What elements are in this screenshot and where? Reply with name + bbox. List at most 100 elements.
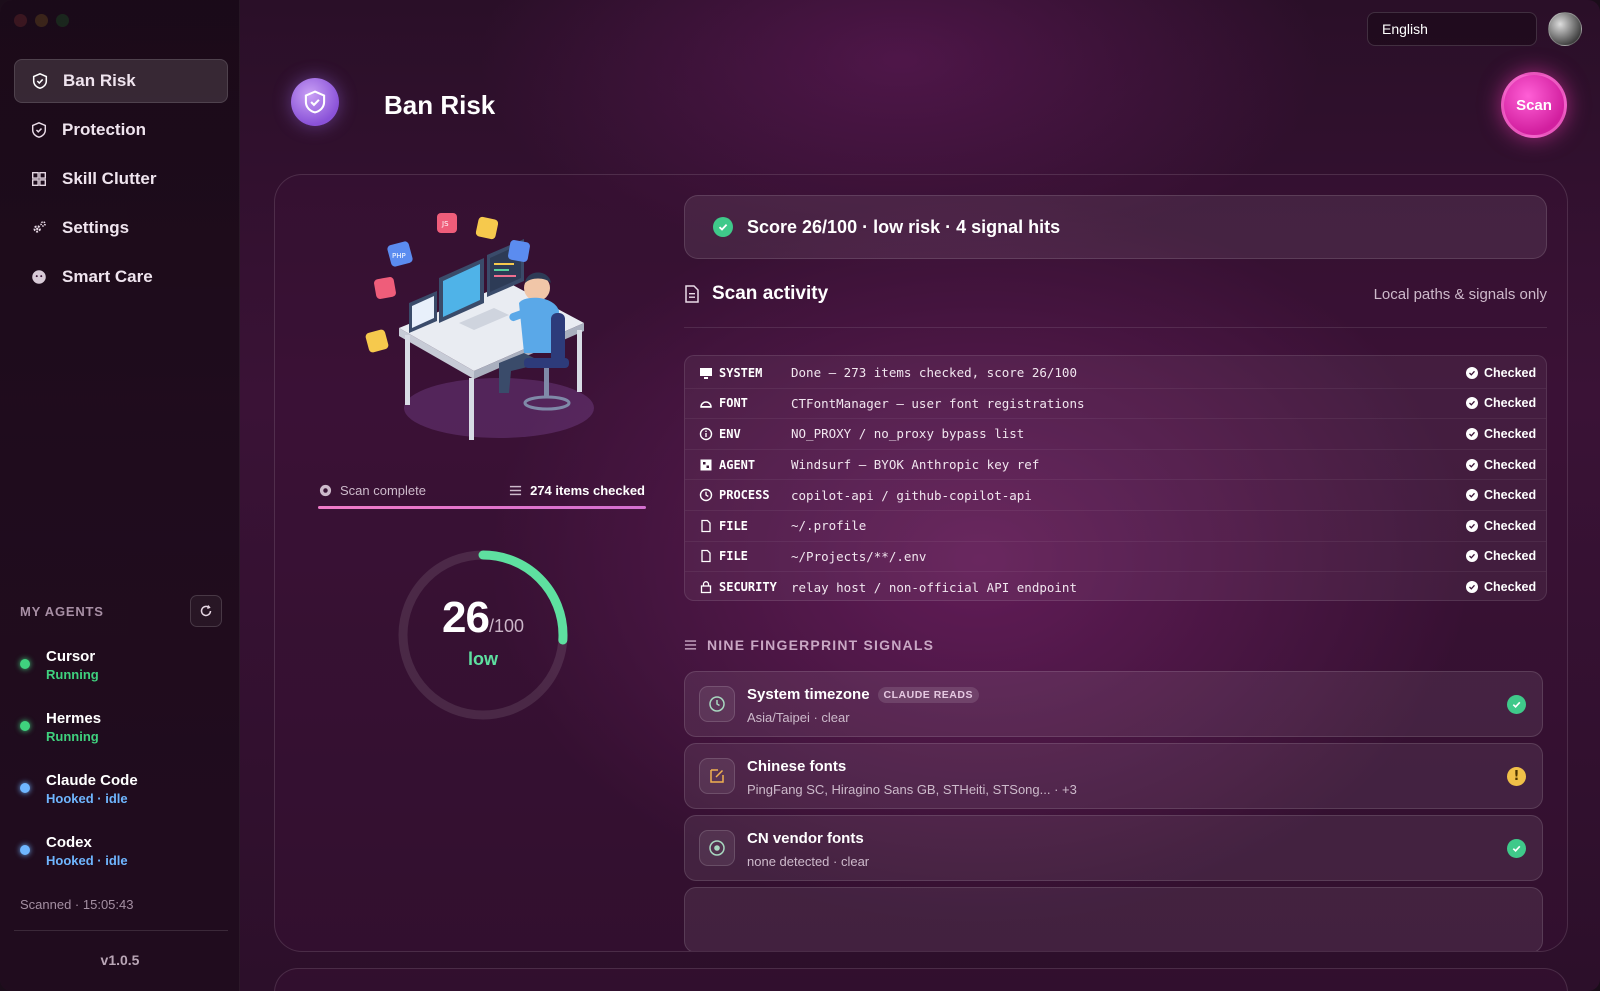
log-message: NO_PROXY / no_proxy bypass list [791, 426, 1025, 442]
log-row: FILE ~/.profile Checked [685, 511, 1546, 542]
signal-detail: Asia/Taipei · clear [747, 710, 850, 725]
developer-illustration: PHP JS [365, 213, 594, 440]
shield-icon [32, 72, 48, 89]
agent-item-cursor[interactable]: Cursor Running [20, 648, 220, 710]
log-type: FILE [719, 549, 748, 564]
risk-score: 26/100 [393, 593, 573, 643]
log-status: Checked [1466, 366, 1546, 380]
agent-status-dot [20, 783, 30, 793]
sidebar-item-smart-care[interactable]: Smart Care [14, 255, 228, 299]
activity-divider [684, 327, 1547, 328]
agents-title: MY AGENTS [20, 603, 104, 619]
log-status: Checked [1466, 427, 1546, 441]
log-status: Checked [1466, 549, 1546, 563]
log-message: Windsurf — BYOK Anthropic key ref [791, 457, 1040, 473]
log-status: Checked [1466, 458, 1546, 472]
scan-status-label: Scan complete [340, 482, 426, 498]
scan-activity-header: Scan activity Local paths & signals only [684, 279, 1547, 309]
avatar[interactable] [1548, 12, 1582, 46]
check-icon [1466, 519, 1478, 532]
log-row: SECURITY relay host / non-official API e… [685, 572, 1546, 603]
language-select[interactable]: English [1367, 12, 1537, 46]
scan-progress-bar [318, 506, 646, 509]
log-type: FILE [719, 518, 748, 533]
svg-text:PHP: PHP [392, 252, 406, 260]
log-status-label: Checked [1484, 365, 1537, 380]
sidebar-item-label: Smart Care [62, 267, 153, 286]
sidebar-item-protection[interactable]: Protection [14, 108, 228, 152]
agent-status: Running [46, 729, 99, 744]
signals-title: NINE FINGERPRINT SIGNALS [707, 637, 935, 653]
signal-title: Chinese fonts [747, 758, 846, 775]
risk-level: low [468, 649, 498, 669]
log-row: ENV NO_PROXY / no_proxy bypass list Chec… [685, 419, 1546, 450]
clock-icon [699, 488, 713, 502]
log-row: FILE ~/Projects/**/.env Checked [685, 542, 1546, 573]
log-row: AGENT Windsurf — BYOK Anthropic key ref … [685, 450, 1546, 481]
agent-status: Hooked · idle [46, 853, 128, 868]
log-row: FONT CTFontManager — user font registrat… [685, 389, 1546, 420]
log-message: ~/.profile [791, 518, 867, 534]
agent-item-codex[interactable]: Codex Hooked · idle [20, 834, 220, 896]
check-icon [1466, 458, 1478, 471]
app-window: Ban Risk Protection Skill Clutter Settin… [0, 0, 1600, 991]
signal-title-label: CN vendor fonts [747, 830, 864, 847]
scan-activity-title: Scan activity [712, 283, 829, 304]
check-icon [1466, 397, 1478, 410]
check-circle-icon [1507, 695, 1526, 714]
log-type: PROCESS [719, 488, 770, 503]
signal-card-chinese-fonts[interactable]: Chinese fonts PingFang SC, Hiragino Sans… [684, 743, 1543, 809]
signal-card-timezone[interactable]: System timezone CLAUDE READS Asia/Taipei… [684, 671, 1543, 737]
sidebar: Ban Risk Protection Skill Clutter Settin… [0, 0, 240, 991]
items-checked: 274 items checked [509, 483, 645, 498]
shield-check-icon [31, 122, 47, 138]
monitor-icon [700, 367, 712, 379]
signal-title: CN vendor fonts [747, 830, 864, 847]
log-status-label: Checked [1484, 549, 1537, 564]
file-icon [701, 550, 711, 563]
clock-icon [699, 686, 735, 722]
signal-card-partial[interactable] [684, 887, 1543, 951]
log-status-label: Checked [1484, 457, 1537, 472]
log-status-label: Checked [1484, 488, 1537, 503]
document-icon [685, 285, 699, 303]
agent-status-dot [20, 845, 30, 855]
refresh-icon [200, 605, 212, 617]
signal-card-cn-vendor-fonts[interactable]: CN vendor fonts none detected · clear [684, 815, 1543, 881]
scan-button[interactable]: Scan [1501, 72, 1567, 138]
svg-text:JS: JS [441, 220, 449, 228]
agents-header: MY AGENTS [20, 595, 222, 627]
ban-risk-badge-icon [291, 78, 339, 126]
log-status: Checked [1466, 519, 1546, 533]
page-title: Ban Risk [384, 90, 496, 120]
signal-title-label: System timezone [747, 686, 870, 703]
sidebar-item-skill-clutter[interactable]: Skill Clutter [14, 157, 228, 201]
log-status: Checked [1466, 396, 1546, 410]
sidebar-item-label: Protection [62, 120, 147, 139]
sidebar-item-label: Skill Clutter [62, 169, 157, 188]
scan-summary: Scan complete 274 items checked [319, 475, 645, 505]
list-icon [510, 485, 522, 495]
sidebar-item-settings[interactable]: Settings [14, 206, 228, 250]
agent-name: Codex [46, 834, 92, 851]
smart-care-icon [32, 270, 46, 284]
refresh-agents-button[interactable] [190, 595, 222, 627]
sidebar-item-ban-risk[interactable]: Ban Risk [14, 59, 228, 103]
lock-icon [700, 581, 712, 594]
warning-icon: ! [1507, 767, 1526, 786]
edit-icon [699, 758, 735, 794]
signal-detail: PingFang SC, Hiragino Sans GB, STHeiti, … [747, 782, 1077, 797]
log-message: Done — 273 items checked, score 26/100 [791, 365, 1077, 381]
log-status-label: Checked [1484, 580, 1537, 595]
signal-badge: CLAUDE READS [877, 686, 979, 703]
agent-name: Hermes [46, 710, 102, 727]
app-version: v1.0.5 [100, 952, 140, 968]
agent-item-claude-code[interactable]: Claude Code Hooked · idle [20, 772, 220, 834]
ban-risk-panel: PHP JS Scan complete 274 items checked 2… [274, 174, 1568, 952]
agent-item-hermes[interactable]: Hermes Running [20, 710, 220, 772]
log-message: ~/Projects/**/.env [791, 548, 927, 564]
sidebar-divider [14, 930, 228, 931]
log-status-label: Checked [1484, 426, 1537, 441]
list-icon [684, 640, 697, 650]
agent-status: Hooked · idle [46, 791, 128, 806]
